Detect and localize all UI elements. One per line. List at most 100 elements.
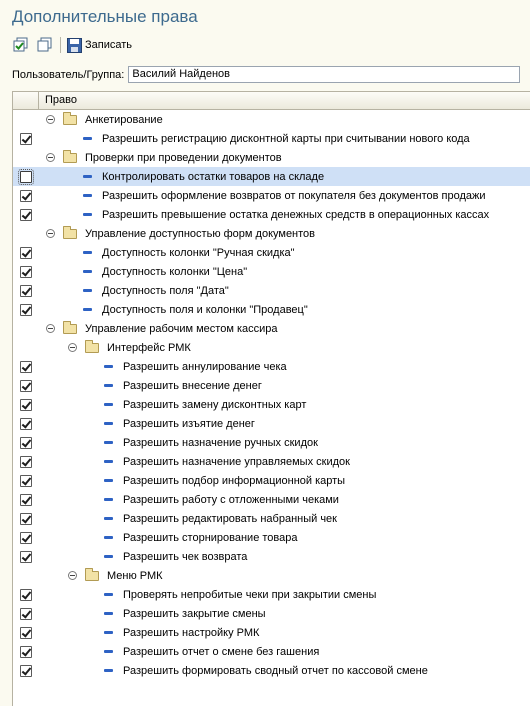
- right-checkbox[interactable]: [20, 189, 32, 202]
- tree-item-row[interactable]: Разрешить настройку РМК: [13, 623, 530, 642]
- tree-item-row[interactable]: Разрешить изъятие денег: [13, 414, 530, 433]
- tree-item-row[interactable]: Разрешить чек возврата: [13, 547, 530, 566]
- check-column-header[interactable]: [13, 92, 39, 109]
- name-cell: Разрешить аннулирование чека: [39, 357, 287, 376]
- tree-item-row[interactable]: Разрешить замену дисконтных карт: [13, 395, 530, 414]
- name-cell: Разрешить отчет о смене без гашения: [39, 642, 319, 661]
- tree-group-row[interactable]: Анкетирование: [13, 110, 530, 129]
- check-cell: [13, 129, 39, 148]
- right-item-icon: [104, 479, 113, 482]
- right-checkbox[interactable]: [20, 531, 32, 544]
- right-item-icon: [104, 536, 113, 539]
- check-cell: [13, 376, 39, 395]
- floppy-disk-icon: [67, 37, 82, 53]
- right-checkbox[interactable]: [20, 607, 32, 620]
- tree-item-row[interactable]: Проверять непробитые чеки при закрытии с…: [13, 585, 530, 604]
- tree-item-row[interactable]: Разрешить назначение управляемых скидок: [13, 452, 530, 471]
- tree-item-row[interactable]: Доступность колонки "Цена": [13, 262, 530, 281]
- tree-group-row[interactable]: Интерфейс РМК: [13, 338, 530, 357]
- check-cell: [13, 262, 39, 281]
- right-checkbox[interactable]: [20, 588, 32, 601]
- tree-item-row[interactable]: Разрешить оформление возвратов от покупа…: [13, 186, 530, 205]
- uncheck-all-button[interactable]: [36, 36, 54, 54]
- right-checkbox[interactable]: [20, 132, 32, 145]
- right-checkbox[interactable]: [20, 417, 32, 430]
- right-column-header[interactable]: Право: [39, 92, 77, 109]
- right-checkbox[interactable]: [20, 265, 32, 278]
- tree-item-row[interactable]: Разрешить отчет о смене без гашения: [13, 642, 530, 661]
- collapse-toggle-icon[interactable]: [68, 343, 77, 352]
- right-checkbox[interactable]: [20, 550, 32, 563]
- right-item-icon: [104, 593, 113, 596]
- right-checkbox[interactable]: [20, 474, 32, 487]
- tree-item-row[interactable]: Доступность поля "Дата": [13, 281, 530, 300]
- right-label: Разрешить назначение управляемых скидок: [123, 455, 350, 468]
- tree-item-row[interactable]: Доступность поля и колонки "Продавец": [13, 300, 530, 319]
- check-all-button[interactable]: [12, 36, 30, 54]
- tree-item-row[interactable]: Разрешить назначение ручных скидок: [13, 433, 530, 452]
- user-group-input[interactable]: Василий Найденов: [128, 66, 521, 83]
- name-cell: Разрешить оформление возвратов от покупа…: [39, 186, 486, 205]
- check-cell: [13, 300, 39, 319]
- right-checkbox[interactable]: [20, 664, 32, 677]
- right-checkbox[interactable]: [20, 512, 32, 525]
- tree-item-row[interactable]: Разрешить превышение остатка денежных ср…: [13, 205, 530, 224]
- collapse-toggle-icon[interactable]: [46, 115, 55, 124]
- right-label: Разрешить аннулирование чека: [123, 360, 287, 373]
- check-cell: [13, 509, 39, 528]
- check-cell: [13, 186, 39, 205]
- right-item-icon: [104, 460, 113, 463]
- tree-item-row[interactable]: Разрешить закрытие смены: [13, 604, 530, 623]
- right-item-icon: [104, 650, 113, 653]
- tree-group-row[interactable]: Управление доступностью форм документов: [13, 224, 530, 243]
- grid-header: Право: [13, 92, 530, 110]
- right-label: Анкетирование: [85, 113, 163, 126]
- right-checkbox[interactable]: [20, 493, 32, 506]
- tree-item-row[interactable]: Разрешить аннулирование чека: [13, 357, 530, 376]
- name-cell: Контролировать остатки товаров на складе: [39, 167, 324, 186]
- tree-item-row[interactable]: Разрешить формировать сводный отчет по к…: [13, 661, 530, 680]
- name-cell: Разрешить работу с отложенными чеками: [39, 490, 339, 509]
- tree-group-row[interactable]: Меню РМК: [13, 566, 530, 585]
- right-checkbox[interactable]: [20, 284, 32, 297]
- rights-tree-grid: Право Анкетирование Разрешить регистрацию…: [12, 91, 530, 706]
- right-label: Разрешить работу с отложенными чеками: [123, 493, 339, 506]
- name-cell: Разрешить назначение управляемых скидок: [39, 452, 350, 471]
- right-checkbox[interactable]: [20, 645, 32, 658]
- right-checkbox[interactable]: [20, 246, 32, 259]
- right-checkbox[interactable]: [20, 626, 32, 639]
- right-checkbox[interactable]: [20, 455, 32, 468]
- collapse-toggle-icon[interactable]: [46, 324, 55, 333]
- tree-item-row[interactable]: Разрешить работу с отложенными чеками: [13, 490, 530, 509]
- right-label: Разрешить настройку РМК: [123, 626, 260, 639]
- grid-rows: Анкетирование Разрешить регистрацию диско…: [13, 110, 530, 680]
- tree-item-row[interactable]: Разрешить регистрацию дисконтной карты п…: [13, 129, 530, 148]
- save-button[interactable]: Записать: [67, 37, 132, 53]
- tree-item-row[interactable]: Разрешить сторнирование товара: [13, 528, 530, 547]
- collapse-toggle-icon[interactable]: [46, 153, 55, 162]
- right-checkbox[interactable]: [20, 303, 32, 316]
- tree-item-row[interactable]: Контролировать остатки товаров на складе: [13, 167, 530, 186]
- tree-item-row[interactable]: Разрешить редактировать набранный чек: [13, 509, 530, 528]
- name-cell: Анкетирование: [39, 110, 163, 129]
- right-checkbox[interactable]: [20, 360, 32, 373]
- user-group-label: Пользователь/Группа:: [12, 68, 125, 81]
- uncheck-all-icon: [37, 37, 52, 52]
- right-checkbox[interactable]: [20, 379, 32, 392]
- right-item-icon: [83, 175, 92, 178]
- tree-item-row[interactable]: Доступность колонки "Ручная скидка": [13, 243, 530, 262]
- right-checkbox[interactable]: [20, 208, 32, 221]
- right-item-icon: [83, 251, 92, 254]
- tree-item-row[interactable]: Разрешить подбор информационной карты: [13, 471, 530, 490]
- right-checkbox[interactable]: [18, 168, 34, 185]
- check-all-icon: [13, 37, 28, 52]
- tree-group-row[interactable]: Проверки при проведении документов: [13, 148, 530, 167]
- tree-group-row[interactable]: Управление рабочим местом кассира: [13, 319, 530, 338]
- right-item-icon: [104, 498, 113, 501]
- tree-item-row[interactable]: Разрешить внесение денег: [13, 376, 530, 395]
- name-cell: Проверки при проведении документов: [39, 148, 282, 167]
- collapse-toggle-icon[interactable]: [68, 571, 77, 580]
- collapse-toggle-icon[interactable]: [46, 229, 55, 238]
- right-checkbox[interactable]: [20, 436, 32, 449]
- right-checkbox[interactable]: [20, 398, 32, 411]
